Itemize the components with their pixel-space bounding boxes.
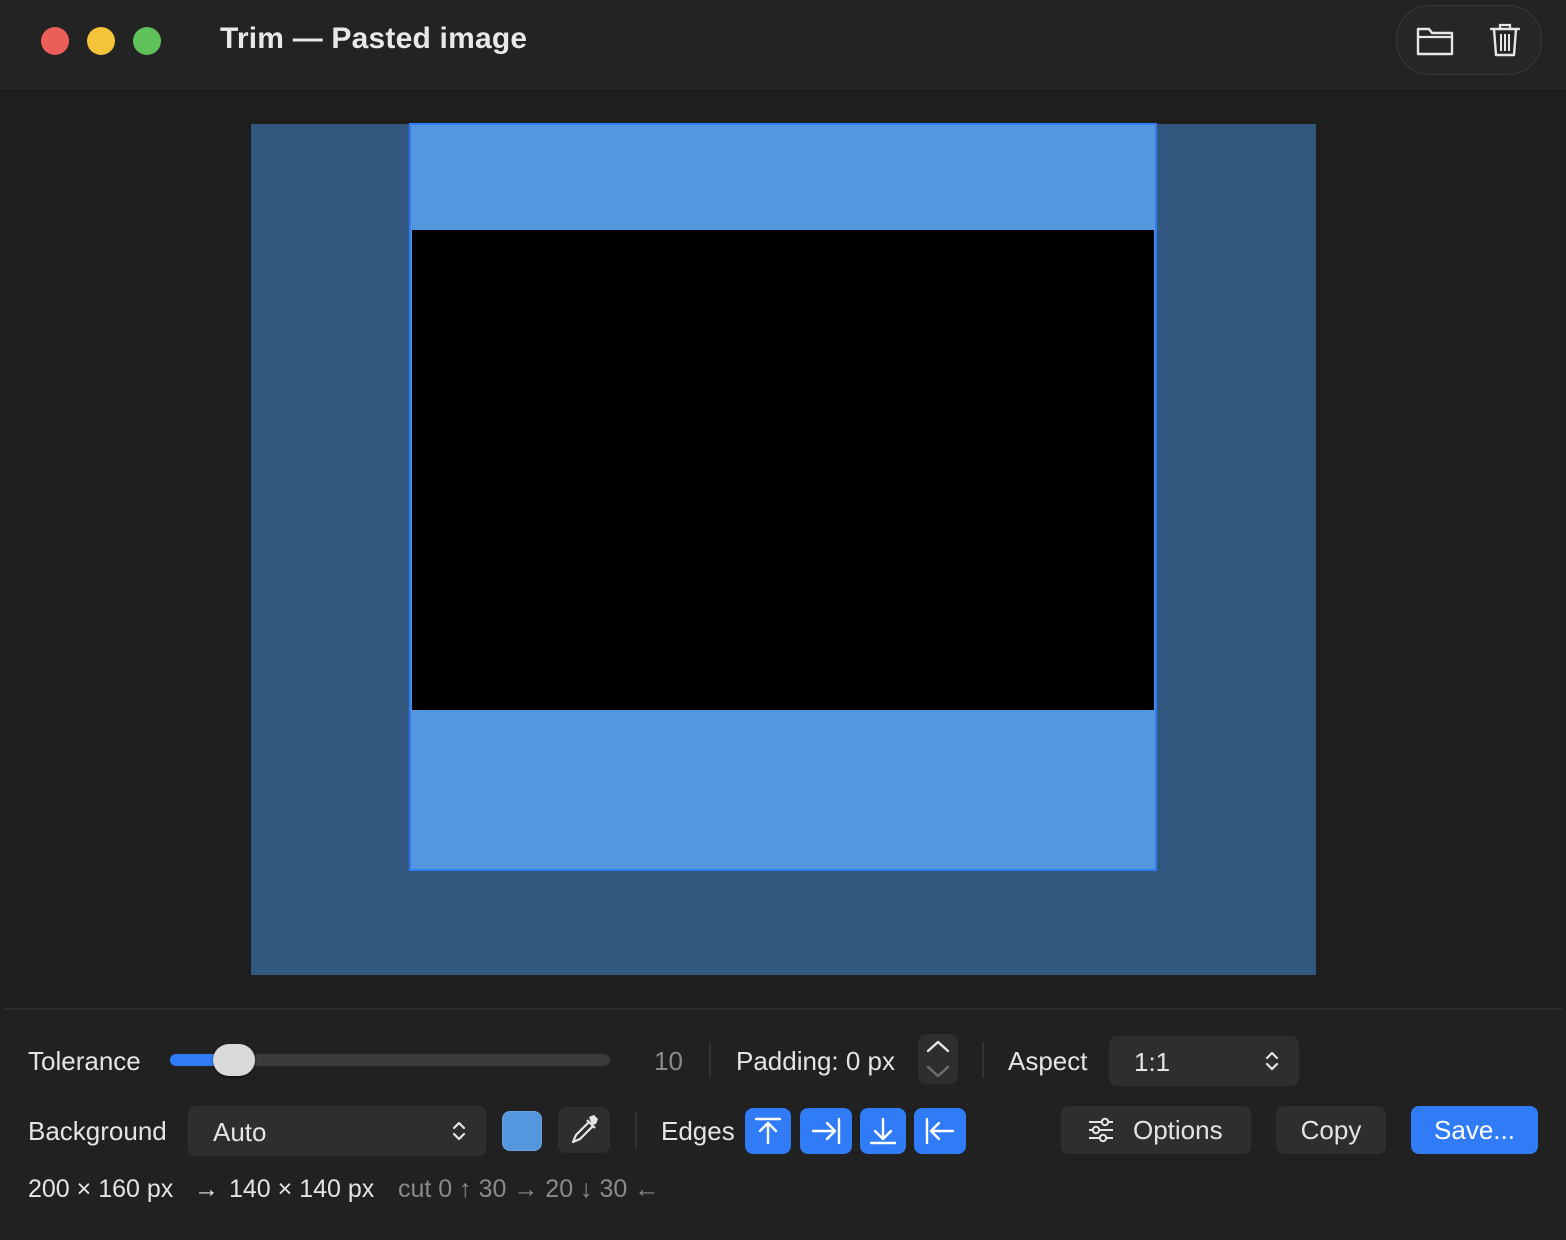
eyedropper-icon [571, 1115, 598, 1144]
sliders-icon [1089, 1117, 1113, 1143]
options-label: Options [1133, 1115, 1223, 1145]
background-value: Auto [213, 1117, 267, 1147]
trash-icon [1489, 23, 1521, 57]
edge-bottom-button[interactable] [860, 1108, 906, 1154]
left-edge-icon [925, 1117, 955, 1145]
arrow-right-icon: → [194, 1175, 219, 1203]
tolerance-slider-knob[interactable] [213, 1044, 255, 1076]
window-title: Trim — Pasted image [220, 22, 528, 55]
toolbar-group [1396, 5, 1542, 75]
stepper-down-icon[interactable] [918, 1059, 958, 1084]
separator [982, 1042, 984, 1078]
background-color-swatch[interactable] [502, 1111, 542, 1151]
aspect-value: 1:1 [1134, 1047, 1171, 1077]
aspect-label: Aspect [1008, 1046, 1088, 1076]
padding-stepper[interactable] [918, 1034, 958, 1084]
open-folder-button[interactable] [1415, 20, 1455, 60]
delete-button[interactable] [1485, 20, 1525, 60]
copy-button[interactable]: Copy [1276, 1106, 1386, 1154]
eyedropper-button[interactable] [558, 1107, 610, 1153]
title-bar: Trim — Pasted image [0, 0, 1566, 91]
new-size: 140 × 140 px [229, 1175, 375, 1203]
image-canvas [0, 91, 1566, 1008]
background-label: Background [28, 1116, 167, 1146]
minimize-window-button[interactable] [87, 27, 115, 55]
folder-icon [1416, 27, 1454, 56]
save-button[interactable]: Save... [1411, 1106, 1538, 1154]
original-size: 200 × 160 px [28, 1175, 174, 1203]
right-edge-icon [811, 1117, 841, 1145]
separator [635, 1112, 637, 1148]
bottom-edge-icon [869, 1117, 897, 1145]
close-window-button[interactable] [41, 27, 69, 55]
crop-selection[interactable] [409, 123, 1157, 871]
separator [709, 1042, 711, 1078]
tolerance-value: 10 [654, 1046, 683, 1076]
options-button[interactable]: Options [1061, 1106, 1251, 1154]
image-content [412, 230, 1154, 710]
updown-chevron-icon [1265, 1051, 1279, 1071]
edge-top-button[interactable] [745, 1108, 791, 1154]
aspect-select[interactable]: 1:1 [1109, 1036, 1299, 1086]
stepper-up-icon[interactable] [918, 1034, 958, 1059]
edges-label: Edges [661, 1116, 735, 1146]
edge-right-button[interactable] [800, 1108, 852, 1154]
top-edge-icon [754, 1117, 782, 1145]
background-select[interactable]: Auto [188, 1106, 486, 1156]
edge-left-button[interactable] [914, 1108, 966, 1154]
cut-summary: cut 0 ↑ 30 → 20 ↓ 30 ← [398, 1175, 660, 1203]
tolerance-label: Tolerance [28, 1046, 141, 1076]
padding-label: Padding: 0 px [736, 1046, 896, 1076]
updown-chevron-icon [452, 1121, 466, 1141]
maximize-window-button[interactable] [133, 27, 161, 55]
